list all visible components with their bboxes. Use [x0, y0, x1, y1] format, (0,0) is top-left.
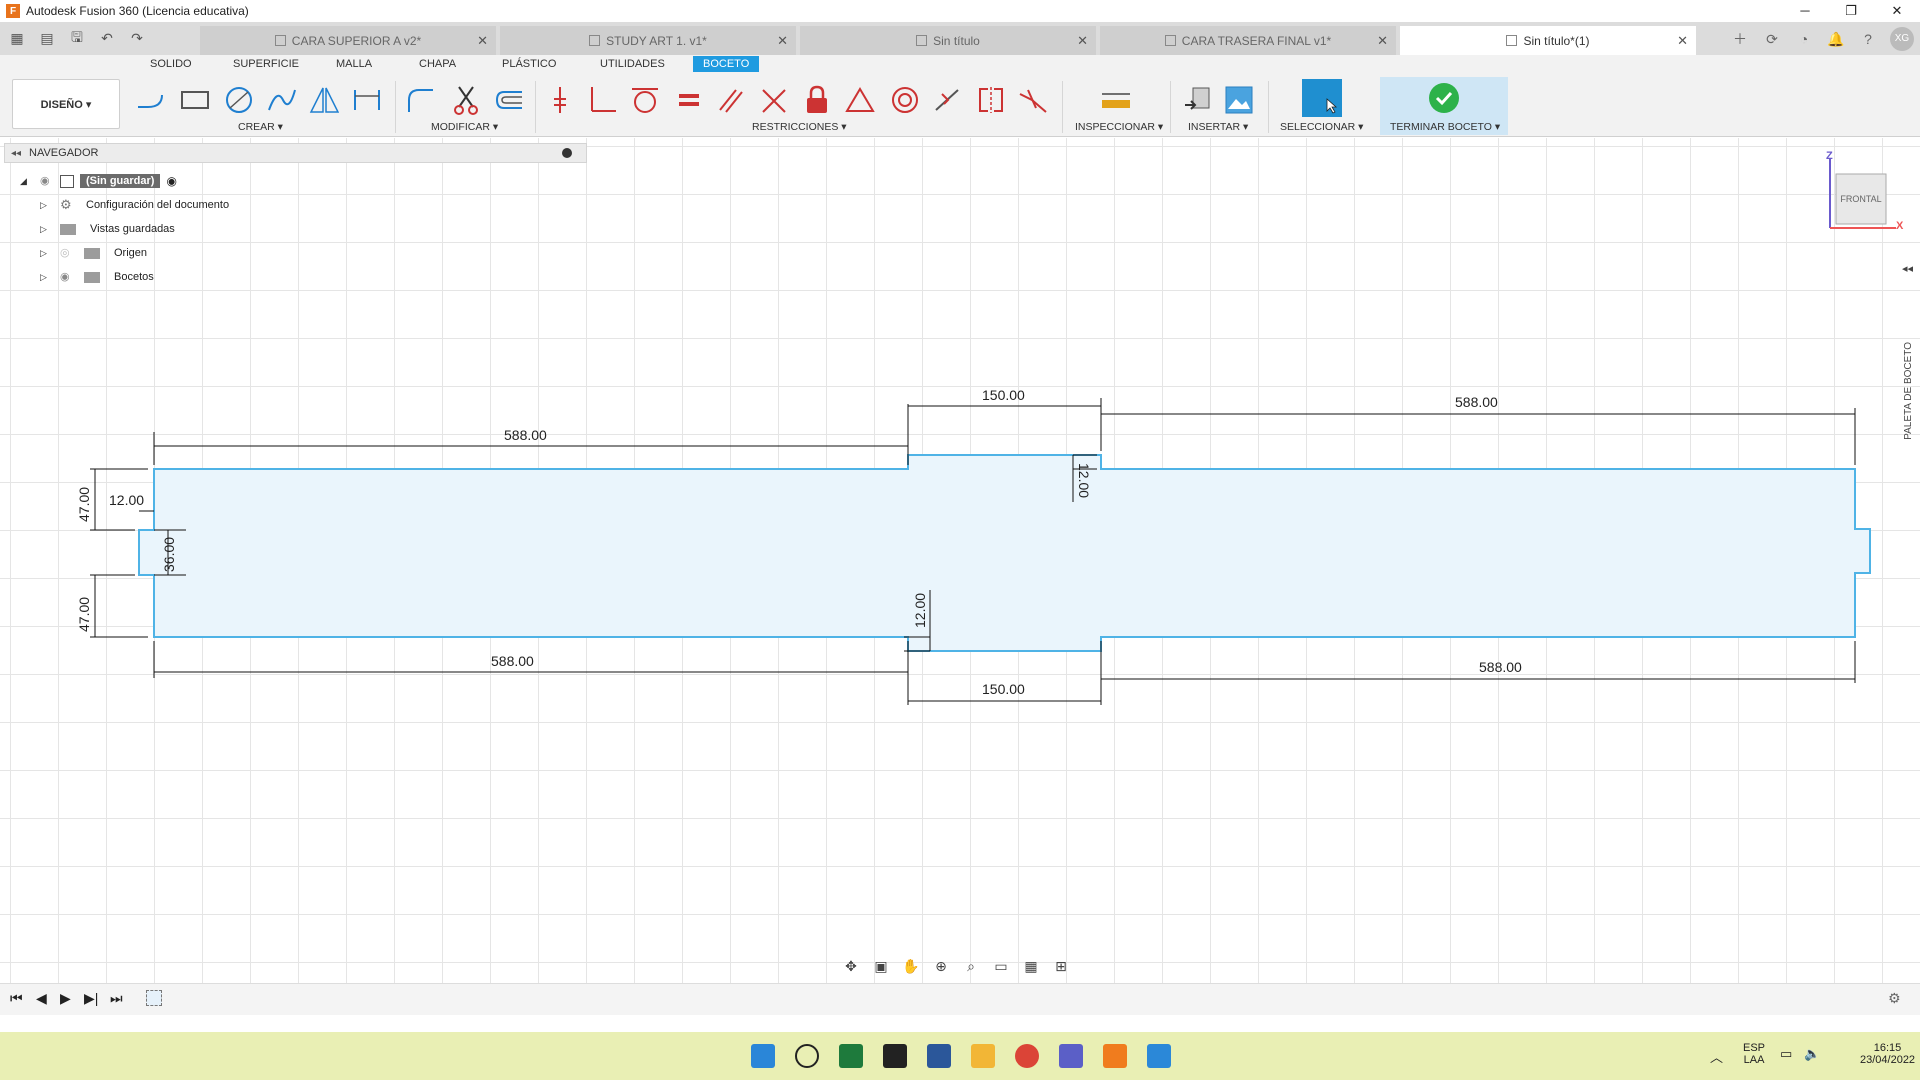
axis-z-label: Z — [1826, 150, 1833, 162]
excel-icon[interactable] — [839, 1044, 863, 1068]
look-at-icon[interactable]: ▣ — [868, 958, 894, 975]
eye-hidden-icon[interactable]: ◎ — [60, 248, 76, 259]
active-radio-icon[interactable]: ◉ — [166, 174, 176, 188]
timeline-settings-gear-icon[interactable]: ⚙ — [1888, 990, 1901, 1007]
tree-item-config[interactable]: ▷ ⚙ Configuración del documento — [40, 195, 229, 215]
windows-taskbar: ︿ ESP LAA ▭ 🔈 16:15 23/04/2022 — [0, 1032, 1920, 1080]
search-icon[interactable] — [795, 1044, 819, 1068]
dim-top-right[interactable]: 588.00 — [1455, 394, 1498, 410]
navigator-title: NAVEGADOR — [29, 147, 99, 159]
step-forward-icon[interactable]: ▶| — [84, 990, 98, 1007]
expand-triangle-icon[interactable]: ▷ — [40, 224, 52, 235]
dim-bottom-mid[interactable]: 150.00 — [982, 681, 1025, 697]
layout-label: LAA — [1743, 1054, 1765, 1066]
dim-notch-depth[interactable]: 12.00 — [109, 492, 144, 508]
document-icon — [60, 174, 74, 188]
axis-x-label: X — [1896, 220, 1904, 232]
expand-triangle-icon[interactable]: ▷ — [40, 272, 52, 283]
dim-left-upper[interactable]: 47.00 — [76, 487, 92, 522]
play-icon[interactable]: ▶ — [60, 990, 71, 1007]
pan-hand-icon[interactable]: ✋ — [898, 958, 924, 975]
language-indicator[interactable]: ESP LAA — [1743, 1042, 1765, 1066]
collapse-arrow-icon[interactable]: ◂◂ — [11, 148, 21, 159]
viewcube-face-label[interactable]: FRONTAL — [1836, 194, 1886, 204]
tree-item-label: Bocetos — [114, 271, 154, 283]
network-icon[interactable]: ▭ — [1780, 1046, 1792, 1062]
tree-item-bocetos[interactable]: ▷ ◉ Bocetos — [40, 267, 154, 287]
start-windows-icon[interactable] — [751, 1044, 775, 1068]
collapse-triangle-icon[interactable]: ◢ — [20, 176, 32, 187]
go-to-start-icon[interactable]: ⏮ — [10, 990, 23, 1007]
dim-left-lower[interactable]: 47.00 — [76, 597, 92, 632]
expand-palette-icon[interactable]: ◂◂ — [1902, 262, 1913, 275]
expand-triangle-icon[interactable]: ▷ — [40, 200, 52, 211]
volume-icon[interactable]: 🔈 — [1804, 1046, 1820, 1062]
dim-bottom-right[interactable]: 588.00 — [1479, 659, 1522, 675]
step-back-icon[interactable]: ◀ — [36, 990, 47, 1007]
lang-label: ESP — [1743, 1042, 1766, 1054]
tree-item-origen[interactable]: ▷ ◎ Origen — [40, 243, 147, 263]
chrome-icon[interactable] — [1015, 1044, 1039, 1068]
fusion-taskbar-icon[interactable] — [1103, 1044, 1127, 1068]
eye-icon[interactable]: ◉ — [40, 176, 56, 187]
photos-icon[interactable] — [1147, 1044, 1171, 1068]
grid-settings-icon[interactable]: ▦ — [1018, 958, 1044, 975]
dim-top-left[interactable]: 588.00 — [504, 427, 547, 443]
dim-top-mid[interactable]: 150.00 — [982, 387, 1025, 403]
viewports-icon[interactable]: ⊞ — [1048, 958, 1074, 975]
sketch-profile[interactable] — [138, 454, 1871, 652]
sticky-notes-icon[interactable] — [883, 1044, 907, 1068]
display-settings-icon[interactable]: ▭ — [988, 958, 1014, 975]
folder-icon — [84, 271, 100, 283]
sketch-palette-collapsed[interactable]: ◂◂ PALETA DE BOCETO — [1897, 262, 1920, 512]
view-cube[interactable]: Z X FRONTAL — [1826, 150, 1906, 236]
word-icon[interactable] — [927, 1044, 951, 1068]
dim-step-bottom[interactable]: 12.00 — [912, 593, 928, 628]
navigation-toolbar: ✥ ▣ ✋ ⊕ ⌕ ▭ ▦ ⊞ — [838, 955, 1078, 977]
time-label: 16:15 — [1873, 1042, 1902, 1054]
browser-navigator: ◂◂ NAVEGADOR — [4, 143, 587, 163]
expand-triangle-icon[interactable]: ▷ — [40, 248, 52, 259]
clock[interactable]: 16:15 23/04/2022 — [1860, 1042, 1915, 1066]
root-label: (Sin guardar) — [80, 174, 161, 188]
navigator-minimize-icon[interactable] — [562, 148, 572, 158]
fit-zoom-icon[interactable]: ⌕ — [958, 958, 984, 975]
dim-bottom-left[interactable]: 588.00 — [491, 653, 534, 669]
file-explorer-icon[interactable] — [971, 1044, 995, 1068]
dim-notch-height[interactable]: 36.00 — [161, 537, 177, 572]
tree-root[interactable]: ◢ ◉ (Sin guardar) ◉ — [20, 171, 177, 191]
orbit-icon[interactable]: ✥ — [838, 958, 864, 975]
dim-step-top[interactable]: 12.00 — [1076, 463, 1092, 498]
tree-item-label: Configuración del documento — [86, 199, 230, 211]
tree-item-label: Vistas guardadas — [90, 223, 175, 235]
gear-icon: ⚙ — [60, 197, 72, 212]
sketch-palette-label[interactable]: PALETA DE BOCETO — [1903, 342, 1914, 440]
tree-item-label: Origen — [114, 247, 148, 259]
date-label: 23/04/2022 — [1860, 1054, 1916, 1066]
go-to-end-icon[interactable]: ⏭ — [110, 990, 123, 1007]
teams-icon[interactable] — [1059, 1044, 1083, 1068]
timeline-bar: ⏮ ◀ ▶ ▶| ⏭ ⚙ — [0, 983, 1920, 1015]
folder-icon — [84, 247, 100, 259]
zoom-icon[interactable]: ⊕ — [928, 958, 954, 975]
eye-icon[interactable]: ◉ — [60, 272, 76, 283]
folder-icon — [60, 223, 76, 235]
sketch-timeline-marker[interactable] — [146, 990, 162, 1006]
tree-item-vistas[interactable]: ▷ Vistas guardadas — [40, 219, 175, 239]
tray-chevron-icon[interactable]: ︿ — [1710, 1047, 1723, 1066]
